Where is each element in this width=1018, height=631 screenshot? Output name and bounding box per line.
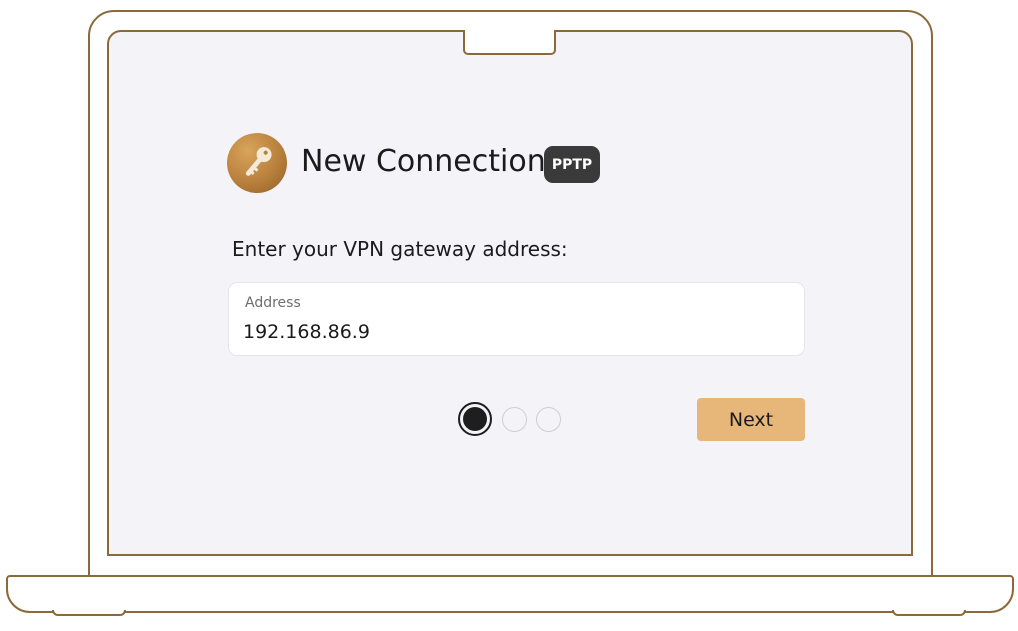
laptop-mockup: New Connection PPTP Enter your VPN gatew… (0, 0, 1018, 631)
step-indicator-2 (502, 407, 527, 432)
laptop-foot-right (892, 610, 966, 616)
gateway-prompt: Enter your VPN gateway address: (232, 237, 568, 261)
laptop-base (6, 575, 1014, 613)
step-indicator-1 (458, 402, 492, 436)
address-field[interactable]: Address (228, 282, 805, 356)
laptop-foot-left (52, 610, 126, 616)
key-icon (227, 133, 287, 193)
address-field-label: Address (245, 295, 301, 311)
address-input[interactable] (243, 321, 783, 343)
dialog-title: New Connection (301, 144, 546, 179)
camera-notch (463, 30, 556, 55)
next-button[interactable]: Next (697, 398, 805, 441)
key-glyph (245, 147, 272, 176)
step-indicator-1-fill (463, 407, 487, 431)
protocol-badge: PPTP (544, 146, 600, 183)
step-indicator-3 (536, 407, 561, 432)
